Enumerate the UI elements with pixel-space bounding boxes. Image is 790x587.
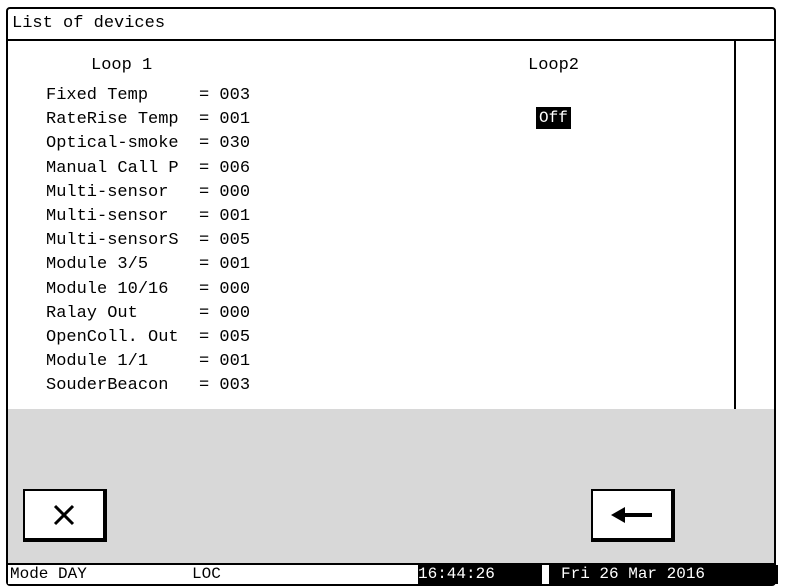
device-row: Module 3/5 = 001 [46, 255, 251, 275]
close-button[interactable] [23, 489, 107, 542]
close-x-icon [53, 504, 75, 525]
loop2-state-badge: Off [536, 107, 571, 129]
loop1-device-list: Fixed Temp = 003 RateRise Temp = 001 Opt… [46, 84, 250, 398]
device-row: Multi-sensorS = 005 [46, 231, 251, 251]
window-title: List of devices [8, 9, 774, 41]
status-bar: Mode DAY LOC 16:44:26 Fri 26 Mar 2016 [8, 563, 778, 584]
device-row: Module 10/16 = 000 [46, 279, 251, 299]
device-row: Multi-sensor = 001 [46, 206, 251, 226]
device-row: Fixed Temp = 003 [46, 86, 251, 105]
device-row: Multi-sensor = 000 [46, 182, 251, 202]
loop1-heading: Loop 1 [91, 56, 153, 75]
device-row: OpenColl. Out = 005 [46, 327, 251, 347]
device-row: Optical-smoke = 030 [46, 134, 251, 154]
scrollbar[interactable] [734, 41, 774, 409]
device-row: Module 1/1 = 001 [46, 352, 251, 372]
device-list-window: List of devices Loop 1 Loop2 Fixed Temp … [6, 7, 778, 586]
loop2-heading: Loop2 [528, 56, 580, 75]
device-row: RateRise Temp = 001 [46, 110, 251, 130]
clock-time: 16:44:26 [418, 565, 542, 584]
button-panel [8, 409, 774, 575]
clock-date: Fri 26 Mar 2016 [549, 565, 778, 584]
back-button[interactable] [591, 489, 675, 542]
content-panel: Loop 1 Loop2 Fixed Temp = 003 RateRise T… [8, 41, 774, 409]
left-arrow-icon [611, 506, 652, 523]
device-row: Manual Call P = 006 [46, 158, 251, 178]
device-row: Ralay Out = 000 [46, 303, 251, 323]
mode-status: Mode DAY [10, 565, 87, 583]
device-row: SouderBeacon = 003 [46, 376, 251, 396]
location-status: LOC [192, 565, 221, 583]
